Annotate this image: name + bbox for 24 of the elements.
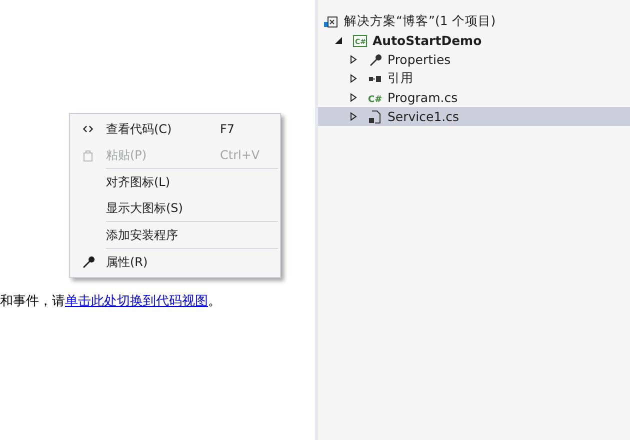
tree-item[interactable]: 解决方案“博客”(1 个项目)	[318, 12, 630, 31]
collapse-icon[interactable]	[334, 36, 342, 45]
solution-icon	[324, 14, 338, 28]
menu-item[interactable]: 查看代码(C) F7	[70, 116, 280, 142]
clipboard-icon	[81, 148, 95, 162]
menu-item[interactable]: 显示大图标(S)	[70, 195, 280, 221]
expand-icon[interactable]	[350, 74, 358, 83]
menu-item[interactable]: 属性(R)	[70, 249, 280, 275]
designer-message: 和事件，请单击此处切换到代码视图。	[0, 293, 222, 310]
expand-icon[interactable]	[350, 93, 358, 102]
expand-icon[interactable]	[350, 55, 358, 64]
tree-item[interactable]: Properties	[318, 50, 630, 69]
menu-item[interactable]: 添加安装程序	[70, 222, 280, 248]
tree-item[interactable]: Service1.cs	[318, 107, 630, 126]
wrench-icon	[368, 52, 382, 66]
code-view-link[interactable]: 单击此处切换到代码视图	[65, 294, 208, 309]
csharp-file-icon: C#	[368, 90, 382, 104]
menu-item[interactable]: 对齐图标(L)	[70, 169, 280, 195]
tree-item[interactable]: C# Program.cs	[318, 88, 630, 107]
code-icon	[82, 124, 94, 134]
wrench-icon	[81, 255, 95, 269]
service-file-icon	[368, 110, 382, 124]
expand-icon[interactable]	[350, 112, 358, 121]
tree-item[interactable]: 引用	[318, 69, 630, 88]
